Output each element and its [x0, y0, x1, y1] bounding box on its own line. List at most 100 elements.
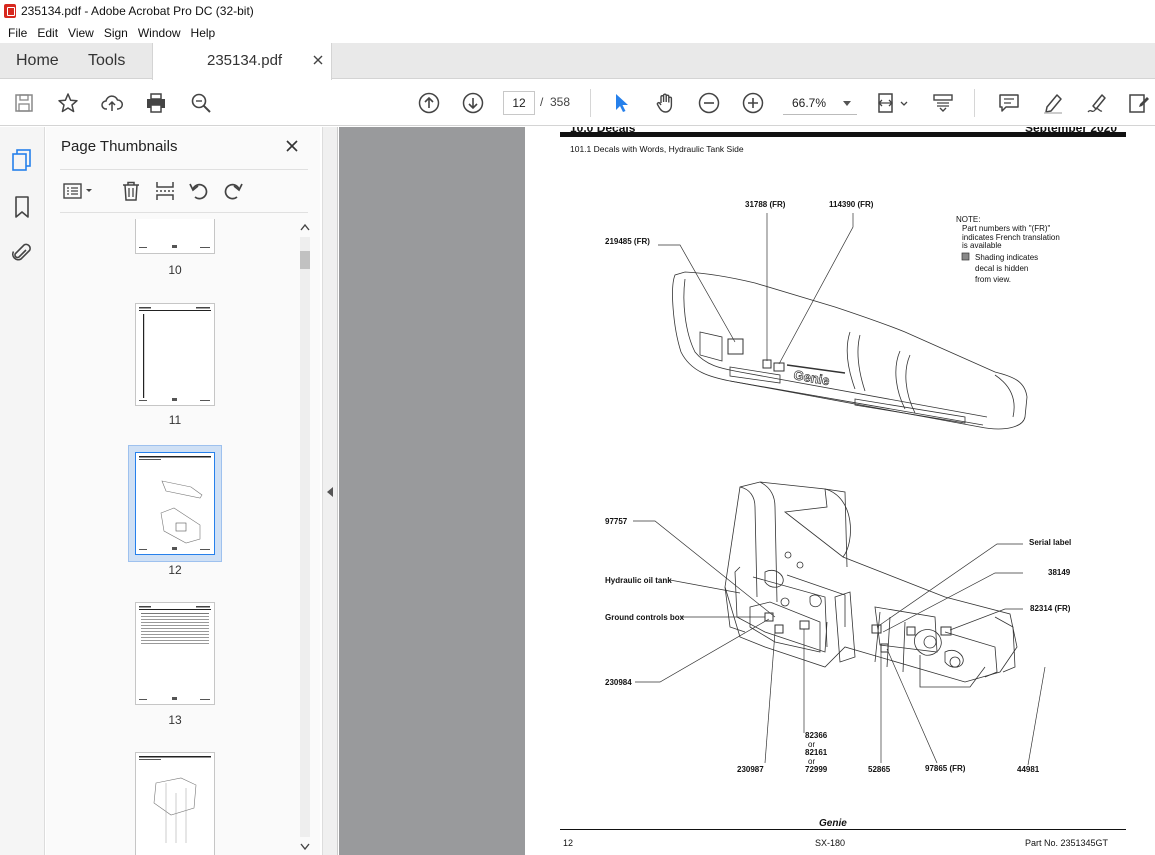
- close-tab-icon[interactable]: [312, 54, 324, 66]
- thumbnail-preview: [139, 245, 210, 248]
- page-thumbnails-panel: Page Thumbnails 10 11 12 13: [46, 127, 320, 855]
- decal-label: 230987: [737, 765, 764, 774]
- zoom-level-dropdown[interactable]: 66.7%: [783, 91, 857, 115]
- note-line: decal is hidden: [975, 264, 1029, 273]
- page-total: 358: [550, 95, 571, 109]
- delete-page-icon[interactable]: [120, 180, 142, 202]
- page-thumbnail[interactable]: [135, 303, 215, 406]
- svg-text:Genie: Genie: [819, 818, 847, 829]
- panel-title: Page Thumbnails: [61, 138, 178, 155]
- save-icon[interactable]: [13, 92, 35, 114]
- cloud-upload-icon[interactable]: [101, 92, 123, 114]
- decal-label: 97865 (FR): [925, 764, 966, 773]
- document-view[interactable]: 10.0 Decals September 2020 101.1 Decals …: [339, 127, 1155, 855]
- document-tab-label: 235134.pdf: [207, 52, 283, 69]
- decal-label: 82161: [805, 748, 828, 757]
- zoom-search-icon[interactable]: [190, 92, 212, 114]
- navigation-rail: [0, 127, 45, 855]
- menu-file[interactable]: File: [3, 26, 32, 40]
- decal-label: Serial label: [1029, 538, 1072, 547]
- scroll-down-icon[interactable]: [300, 843, 310, 851]
- toolbar-divider: [974, 89, 975, 117]
- collapse-panel-handle[interactable]: [322, 127, 338, 855]
- print-icon[interactable]: [145, 92, 167, 114]
- page-thumbnail-current[interactable]: [135, 452, 215, 555]
- decal-label: 52865: [868, 765, 891, 774]
- page-thumbnail[interactable]: [135, 752, 215, 855]
- chevron-down-icon: [843, 101, 851, 106]
- tab-tools[interactable]: Tools: [88, 43, 125, 79]
- note-line: Shading indicates: [975, 253, 1039, 262]
- page-thumbnail[interactable]: [135, 219, 215, 254]
- tab-document[interactable]: 235134.pdf: [152, 43, 332, 80]
- page-thumbnail[interactable]: [135, 602, 215, 705]
- toolbar-divider: [590, 89, 591, 117]
- close-panel-icon[interactable]: [285, 139, 299, 153]
- insert-page-icon[interactable]: [154, 180, 176, 202]
- menu-window[interactable]: Window: [133, 26, 186, 40]
- component-label: Hydraulic oil tank: [605, 576, 672, 585]
- zoom-out-icon[interactable]: [698, 92, 720, 114]
- tab-home[interactable]: Home: [16, 43, 59, 79]
- decal-label: 82314 (FR): [1030, 604, 1071, 613]
- decal-label: 97757: [605, 517, 628, 526]
- decal-label: 219485 (FR): [605, 237, 650, 246]
- note-line: from view.: [975, 275, 1012, 284]
- thumbnail-toolbar: [60, 169, 308, 213]
- scrollbar-track[interactable]: [300, 237, 310, 837]
- menu-view[interactable]: View: [63, 26, 99, 40]
- window-title: 235134.pdf - Adobe Acrobat Pro DC (32-bi…: [21, 4, 254, 18]
- footer-model: SX-180: [815, 838, 846, 848]
- note-line: is available: [962, 241, 1002, 250]
- sign-pen-icon[interactable]: [1086, 92, 1108, 114]
- thumbnail-options-icon[interactable]: [62, 180, 96, 202]
- decal-label: 44981: [1017, 765, 1040, 774]
- collapse-arrow-icon: [327, 487, 333, 497]
- thumbnail-scrollbar[interactable]: [297, 219, 313, 855]
- previous-page-icon[interactable]: [418, 92, 440, 114]
- scrollbar-thumb[interactable]: [300, 251, 310, 269]
- thumbnail-preview: [139, 456, 211, 550]
- rotate-clockwise-icon[interactable]: [222, 180, 244, 202]
- thumbnail-preview: [139, 606, 211, 700]
- genie-logo: Genie: [819, 818, 847, 829]
- page-separator: /: [540, 95, 544, 109]
- highlight-pen-icon[interactable]: [1042, 92, 1064, 114]
- zoom-in-icon[interactable]: [742, 92, 764, 114]
- thumbnail-page-label: 10: [168, 263, 182, 277]
- acrobat-app-icon: [4, 4, 16, 18]
- decal-label: 230984: [605, 678, 632, 687]
- decal-label: 38149: [1048, 568, 1071, 577]
- hand-tool-icon[interactable]: [654, 92, 676, 114]
- footer-part-number: Part No. 2351345GT: [1025, 838, 1109, 848]
- thumbnail-preview: [139, 756, 211, 843]
- component-label: Ground controls box: [605, 613, 685, 622]
- select-cursor-icon[interactable]: [610, 92, 632, 114]
- thumbnail-page-label: 12: [168, 563, 182, 577]
- tab-bar: Home Tools 235134.pdf: [0, 43, 1155, 80]
- decal-label: 114390 (FR): [829, 200, 874, 209]
- scroll-up-icon[interactable]: [300, 223, 310, 231]
- decal-label: 31788 (FR): [745, 200, 786, 209]
- menu-help[interactable]: Help: [186, 26, 221, 40]
- thumbnail-page-label: 13: [168, 713, 182, 727]
- page-number-input[interactable]: 12: [503, 91, 535, 115]
- comment-icon[interactable]: [998, 92, 1020, 114]
- page-fit-icon[interactable]: [876, 92, 910, 114]
- page-thumbnails-icon[interactable]: [11, 148, 33, 172]
- bookmark-icon[interactable]: [11, 195, 33, 219]
- thumbnail-preview: [139, 307, 211, 401]
- attachment-icon[interactable]: [11, 241, 33, 265]
- menu-edit[interactable]: Edit: [32, 26, 63, 40]
- scroll-mode-icon[interactable]: [932, 92, 954, 114]
- star-icon[interactable]: [57, 92, 79, 114]
- main-toolbar: 12 / 358 66.7%: [0, 80, 1155, 126]
- more-tools-icon[interactable]: [1128, 92, 1150, 114]
- footer-page-number: 12: [563, 838, 574, 848]
- menu-sign[interactable]: Sign: [99, 26, 133, 40]
- zoom-level-value: 66.7%: [792, 96, 827, 110]
- menu-bar: File Edit View Sign Window Help: [0, 22, 1155, 43]
- next-page-icon[interactable]: [462, 92, 484, 114]
- rotate-counterclockwise-icon[interactable]: [188, 180, 210, 202]
- title-bar: 235134.pdf - Adobe Acrobat Pro DC (32-bi…: [0, 0, 1155, 22]
